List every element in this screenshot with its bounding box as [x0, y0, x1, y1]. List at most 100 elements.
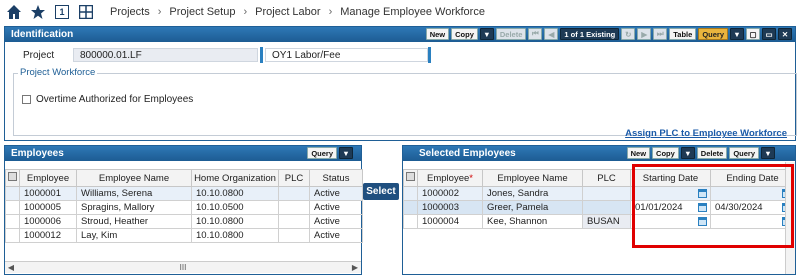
selected-select-all-checkbox[interactable]	[403, 169, 418, 187]
employee-id: 1000004	[417, 214, 483, 229]
employees-query-dropdown-icon[interactable]: ▼	[339, 147, 353, 159]
employee-name: Lay, Kim	[76, 228, 192, 243]
home-organization: 10.10.0500	[191, 200, 279, 215]
selected-query-button[interactable]: Query	[729, 147, 759, 159]
col-status[interactable]: Status	[309, 169, 363, 187]
refresh-icon[interactable]: ↻	[621, 28, 636, 40]
col-selected-employee-name[interactable]: Employee Name	[482, 169, 583, 187]
restore-icon[interactable]: ▭	[762, 28, 776, 40]
col-selected-plc[interactable]: PLC	[582, 169, 631, 187]
col-plc[interactable]: PLC	[278, 169, 310, 187]
next-record-icon[interactable]: ▶	[637, 28, 652, 40]
select-all-checkbox[interactable]	[5, 169, 20, 187]
home-icon[interactable]	[4, 2, 24, 22]
previous-record-icon[interactable]: ◀	[544, 28, 559, 40]
col-selected-employee[interactable]: Employee*	[417, 169, 483, 187]
col-home-organization[interactable]: Home Organization	[191, 169, 279, 187]
status: Active	[309, 200, 363, 215]
badge-icon[interactable]: 1	[52, 2, 72, 22]
new-button[interactable]: New	[425, 28, 450, 40]
field-divider	[260, 47, 263, 63]
home-organization: 10.10.0800	[191, 228, 279, 243]
selected-employees-header: Selected Employees New Copy ▼ Delete Que…	[403, 146, 795, 161]
identification-title: Identification	[11, 29, 74, 40]
col-employee-name[interactable]: Employee Name	[76, 169, 192, 187]
copy-dropdown-icon[interactable]: ▼	[479, 28, 494, 40]
table-button[interactable]: Table	[669, 28, 697, 40]
scroll-thumb[interactable]: III	[17, 263, 349, 272]
employee-name: Jones, Sandra	[482, 186, 583, 201]
plc[interactable]: BUSAN	[582, 214, 631, 229]
scroll-right-icon[interactable]: ▶	[349, 263, 361, 272]
employee-id: 1000002	[417, 186, 483, 201]
breadcrumb: Projects › Project Setup › Project Labor › …	[110, 6, 485, 18]
project-name-field[interactable]: OY1 Labor/Fee	[265, 48, 428, 62]
copy-button[interactable]: Copy	[451, 28, 478, 40]
plc	[278, 186, 310, 201]
project-workforce-group: Project Workforce Overtime Authorized fo…	[13, 67, 797, 136]
select-button[interactable]: Select	[363, 183, 399, 200]
field-divider-end	[428, 47, 431, 63]
table-row[interactable]: 1000006 Stroud, Heather 10.10.0800 Activ…	[5, 214, 363, 229]
identification-toolbar: New Copy ▼ Delete ⏮ ◀ 1 of 1 Existing ↻ …	[425, 28, 792, 40]
overtime-row: Overtime Authorized for Employees	[22, 94, 193, 105]
employee-name: Greer, Pamela	[482, 200, 583, 215]
employees-horizontal-scrollbar[interactable]: ◀ III ▶	[5, 261, 361, 273]
project-workforce-title: Project Workforce	[18, 67, 98, 78]
scroll-left-icon[interactable]: ◀	[5, 263, 17, 272]
date-columns-highlight	[632, 164, 794, 248]
selected-copy-button[interactable]: Copy	[652, 147, 679, 159]
project-id-field[interactable]: 800000.01.LF	[73, 48, 258, 62]
plc	[278, 214, 310, 229]
identification-panel: Identification New Copy ▼ Delete ⏮ ◀ 1 o…	[4, 26, 797, 141]
employees-query-button[interactable]: Query	[307, 147, 337, 159]
close-icon[interactable]: ✕	[778, 28, 792, 40]
col-employee[interactable]: Employee	[19, 169, 77, 187]
employee-id: 1000006	[19, 214, 77, 229]
selected-query-dropdown-icon[interactable]: ▼	[761, 147, 775, 159]
crumb-manage-employee-workforce: Manage Employee Workforce	[340, 6, 485, 18]
selected-new-button[interactable]: New	[626, 147, 651, 159]
maximize-icon[interactable]: ▢	[746, 28, 760, 40]
selected-delete-button[interactable]: Delete	[696, 147, 728, 159]
plc	[278, 228, 310, 243]
employee-name: Kee, Shannon	[482, 214, 583, 229]
delete-button[interactable]: Delete	[495, 28, 527, 40]
employees-table: Employee Employee Name Home Organization…	[5, 169, 363, 243]
plc[interactable]	[582, 186, 631, 201]
table-row[interactable]: 1000001 Williams, Serena 10.10.0800 Acti…	[5, 186, 363, 201]
table-row[interactable]: 1000012 Lay, Kim 10.10.0800 Active	[5, 228, 363, 243]
assign-plc-link[interactable]: Assign PLC to Employee Workforce	[625, 128, 787, 139]
employee-name: Williams, Serena	[76, 186, 192, 201]
grid-icon[interactable]	[76, 2, 96, 22]
plc	[278, 200, 310, 215]
required-mark: *	[469, 172, 473, 184]
employees-title: Employees	[11, 148, 64, 159]
query-dropdown-icon[interactable]: ▼	[730, 28, 744, 40]
employee-id: 1000001	[19, 186, 77, 201]
plc[interactable]	[582, 200, 631, 215]
crumb-project-setup[interactable]: Project Setup	[169, 6, 235, 18]
employees-header: Employees Query ▼	[5, 146, 361, 161]
selected-copy-dropdown-icon[interactable]: ▼	[680, 147, 695, 159]
employees-toolbar: Query ▼	[307, 147, 353, 159]
last-record-icon[interactable]: ⏭	[653, 28, 668, 40]
star-icon[interactable]	[28, 2, 48, 22]
project-label: Project	[23, 49, 55, 61]
crumb-projects[interactable]: Projects	[110, 6, 150, 18]
home-organization: 10.10.0800	[191, 186, 279, 201]
employees-panel: Employees Query ▼ Employee Employee Name…	[4, 145, 363, 275]
table-row[interactable]: 1000005 Spragins, Mallory 10.10.0500 Act…	[5, 200, 363, 215]
employee-id: 1000003	[417, 200, 483, 215]
employee-id: 1000012	[19, 228, 77, 243]
overtime-checkbox[interactable]	[22, 95, 31, 104]
crumb-project-labor[interactable]: Project Labor	[255, 6, 320, 18]
employee-id: 1000005	[19, 200, 77, 215]
top-navigation: 1 Projects › Project Setup › Project Labor…	[0, 0, 800, 24]
first-record-icon[interactable]: ⏮	[528, 28, 543, 40]
status: Active	[309, 186, 363, 201]
status: Active	[309, 228, 363, 243]
employee-name: Stroud, Heather	[76, 214, 192, 229]
selected-employees-title: Selected Employees	[419, 148, 516, 159]
query-button[interactable]: Query	[698, 28, 728, 40]
